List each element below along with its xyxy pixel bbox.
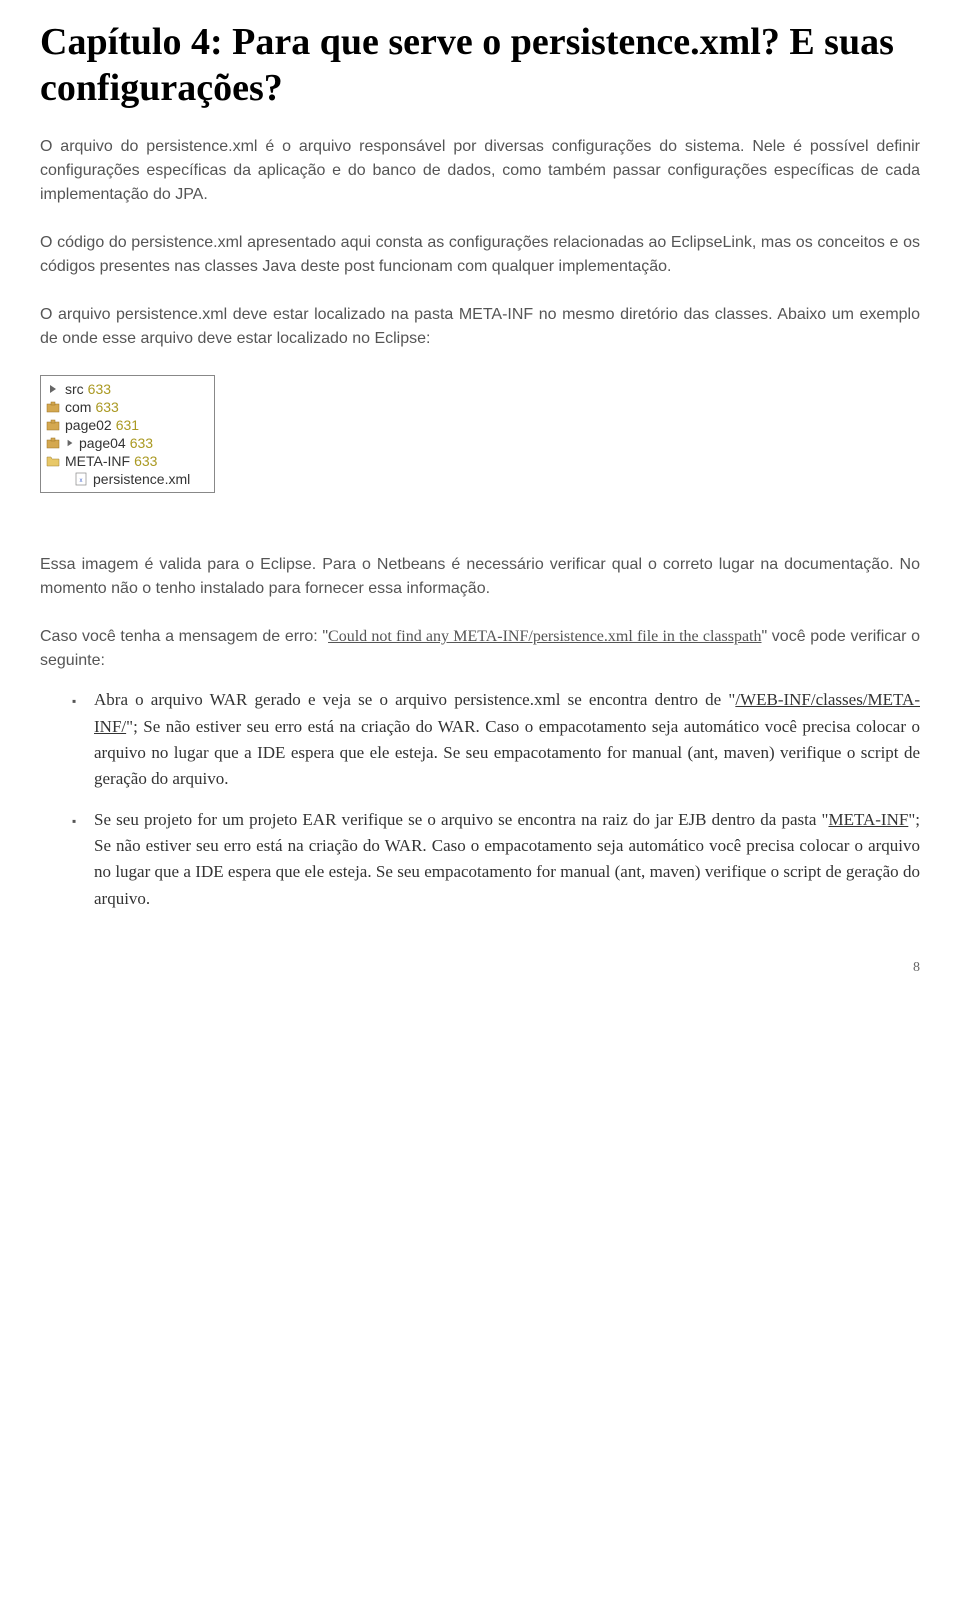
bullet-2-path: META-INF: [828, 810, 908, 829]
page-number: 8: [40, 936, 920, 976]
tree-row: x persistence.xml: [45, 470, 194, 488]
tree-label: page02: [65, 417, 112, 433]
tree-row: com 633: [45, 398, 194, 416]
package-icon: [45, 400, 61, 414]
tree-label: com: [65, 399, 91, 415]
tree-label: META-INF: [65, 453, 130, 469]
paragraph-1: O arquivo do persistence.xml é o arquivo…: [40, 135, 920, 207]
list-item: Abra o arquivo WAR gerado e veja se o ar…: [94, 687, 920, 792]
expand-arrow-icon: [65, 436, 75, 450]
tree-label: src: [65, 381, 84, 397]
tree-rev: 633: [88, 381, 111, 397]
folder-icon: [45, 454, 61, 468]
paragraph-4: Essa imagem é valida para o Eclipse. Par…: [40, 553, 920, 601]
error-para-a: Caso você tenha a mensagem de erro: ": [40, 628, 328, 645]
package-icon: [45, 436, 61, 450]
tree-label: page04: [79, 435, 126, 451]
tree-rev: 633: [134, 453, 157, 469]
svg-text:x: x: [80, 478, 83, 484]
tree-rev: 633: [95, 399, 118, 415]
bullet-1-c: "; Se não estiver seu erro está na criaç…: [94, 717, 920, 789]
chapter-title: Capítulo 4: Para que serve o persistence…: [40, 20, 920, 111]
expand-arrow-icon: [45, 382, 61, 396]
xml-file-icon: x: [73, 472, 89, 486]
tree-row: META-INF 633: [45, 452, 194, 470]
paragraph-error: Caso você tenha a mensagem de erro: "Cou…: [40, 625, 920, 673]
bullet-2-a: Se seu projeto for um projeto EAR verifi…: [94, 810, 828, 829]
eclipse-tree: src 633 com 633 page02 631 page04 633 ME…: [40, 375, 215, 493]
paragraph-3: O arquivo persistence.xml deve estar loc…: [40, 303, 920, 351]
error-message: Could not find any META-INF/persistence.…: [328, 628, 761, 645]
bullet-list: Abra o arquivo WAR gerado e veja se o ar…: [40, 687, 920, 912]
bullet-1-a: Abra o arquivo WAR gerado e veja se o ar…: [94, 690, 735, 709]
list-item: Se seu projeto for um projeto EAR verifi…: [94, 807, 920, 912]
tree-rev: 631: [116, 417, 139, 433]
tree-row: page02 631: [45, 416, 194, 434]
paragraph-2: O código do persistence.xml apresentado …: [40, 231, 920, 279]
tree-row: src 633: [45, 380, 194, 398]
package-icon: [45, 418, 61, 432]
tree-label: persistence.xml: [93, 471, 190, 487]
tree-rev: 633: [130, 435, 153, 451]
tree-row: page04 633: [45, 434, 194, 452]
